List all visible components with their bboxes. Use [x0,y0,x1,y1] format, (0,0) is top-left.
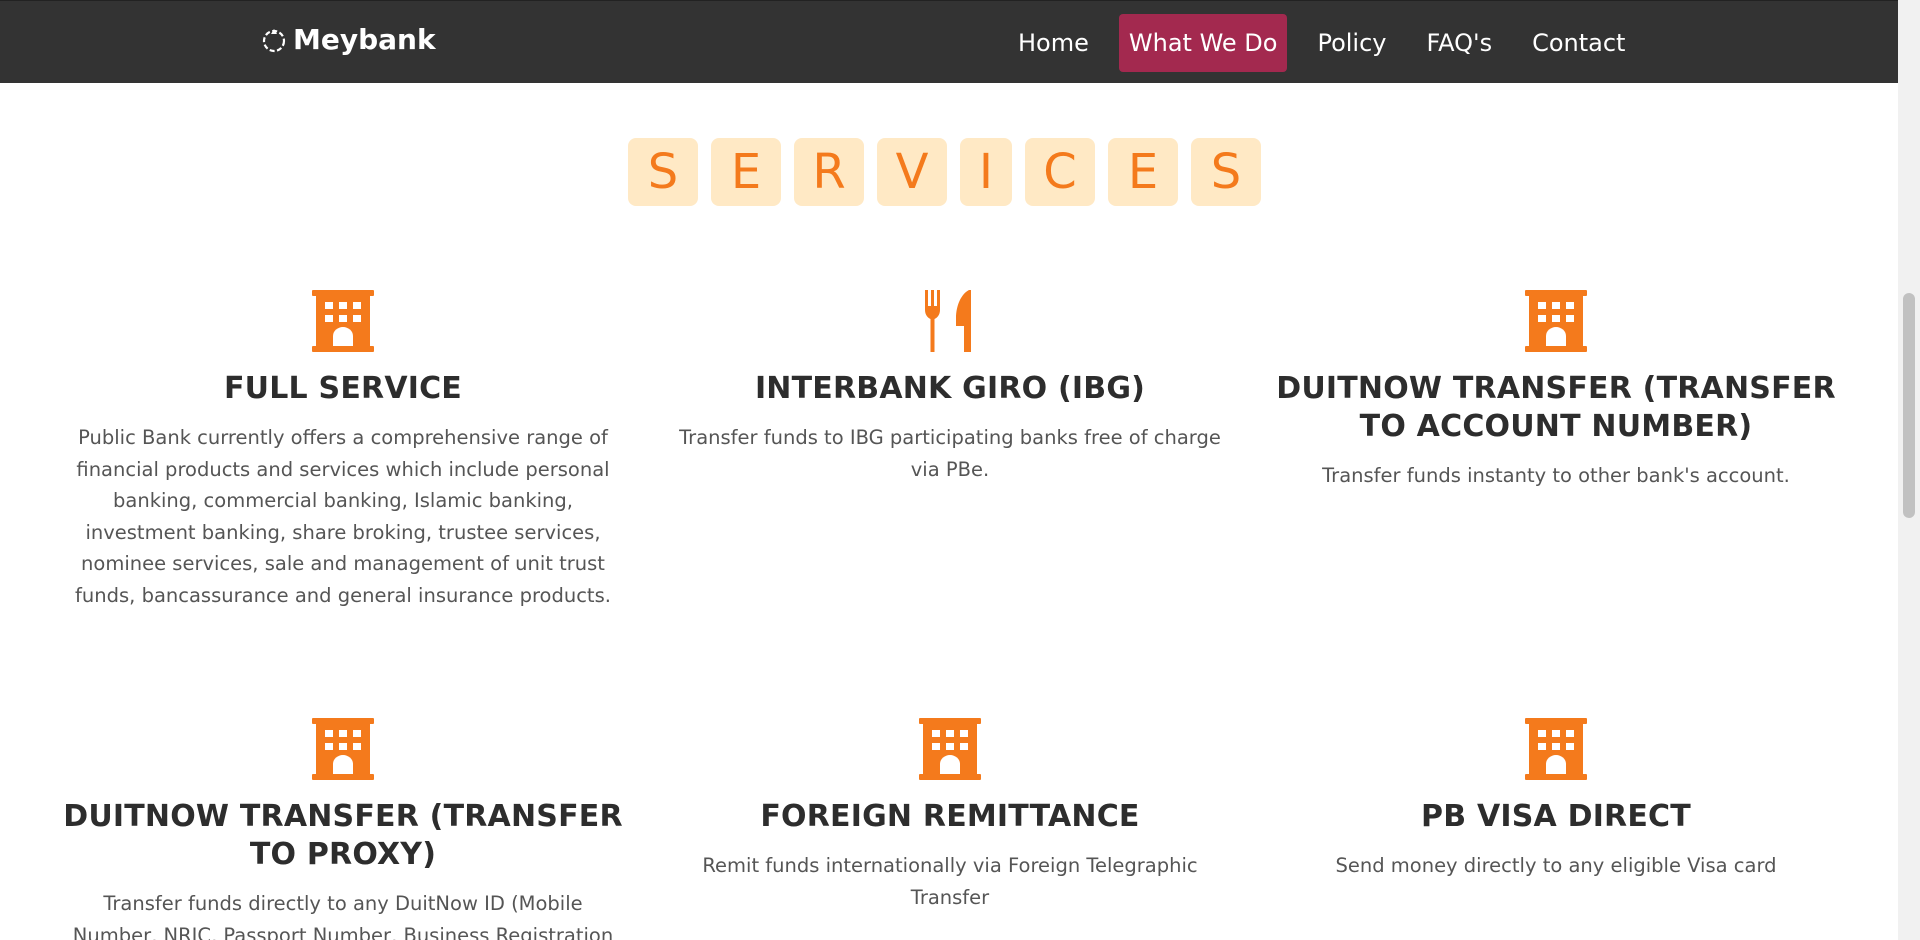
service-description: Transfer funds instanty to other bank's … [1322,464,1790,487]
service-description: Public Bank currently offers a comprehen… [75,426,611,607]
service-card-duitnow-account: DUITNOW TRANSFER (TRANSFER TO ACCOUNT NU… [1276,290,1836,492]
service-card-full-service: FULL SERVICE Public Bank currently offer… [63,290,623,611]
service-card-foreign-remittance: FOREIGN REMITTANCE Remit funds internati… [670,718,1230,913]
nav-item-policy[interactable]: Policy [1307,14,1396,72]
nav-item-contact[interactable]: Contact [1522,14,1635,72]
building-icon [919,718,981,780]
heading-letter: S [1191,138,1261,206]
nav-item-home[interactable]: Home [1008,14,1099,72]
heading-letter: S [628,138,698,206]
building-icon [1525,290,1587,352]
heading-letter: V [877,138,947,206]
nav-item-faqs[interactable]: FAQ's [1417,14,1503,72]
nav-item-what-we-do[interactable]: What We Do [1118,14,1288,72]
service-title: FULL SERVICE [223,371,463,406]
building-icon [312,718,374,780]
service-title: DUITNOW TRANSFER (TRANSFER TO PROXY) [63,799,623,872]
heading-letter: E [1108,138,1178,206]
service-title: FOREIGN REMITTANCE [760,799,1140,834]
service-title: INTERBANK GIRO (IBG) [754,371,1146,406]
service-title: DUITNOW TRANSFER (TRANSFER TO ACCOUNT NU… [1276,371,1836,444]
main-nav: Home What We Do Policy FAQ's Contact [1008,14,1655,72]
page-scrollbar[interactable] [1898,0,1920,940]
service-description: Remit funds internationally via Foreign … [702,854,1198,909]
service-description: Transfer funds directly to any DuitNow I… [72,892,614,940]
service-description: Transfer funds to IBG participating bank… [679,426,1221,481]
building-icon [312,290,374,352]
service-card-interbank-giro: INTERBANK GIRO (IBG) Transfer funds to I… [670,290,1230,485]
service-description: Send money directly to any eligible Visa… [1335,854,1777,877]
building-icon [1525,718,1587,780]
scrollbar-thumb[interactable] [1903,293,1915,518]
service-title: PB VISA DIRECT [1421,799,1691,834]
heading-letter: I [960,138,1012,206]
heading-letter: E [711,138,781,206]
brand-logo-icon [262,28,286,52]
heading-letter: C [1025,138,1095,206]
service-card-pb-visa-direct: PB VISA DIRECT Send money directly to an… [1276,718,1836,882]
services-heading: S E R V I C E S [628,138,1261,206]
brand-logo-link[interactable]: Meybank [259,23,436,56]
heading-letter: R [794,138,864,206]
service-card-duitnow-proxy: DUITNOW TRANSFER (TRANSFER TO PROXY) Tra… [63,718,623,940]
brand-name: Meybank [293,23,436,56]
utensils-icon [925,290,971,352]
top-navbar: Meybank Home What We Do Policy FAQ's Con… [0,0,1898,83]
